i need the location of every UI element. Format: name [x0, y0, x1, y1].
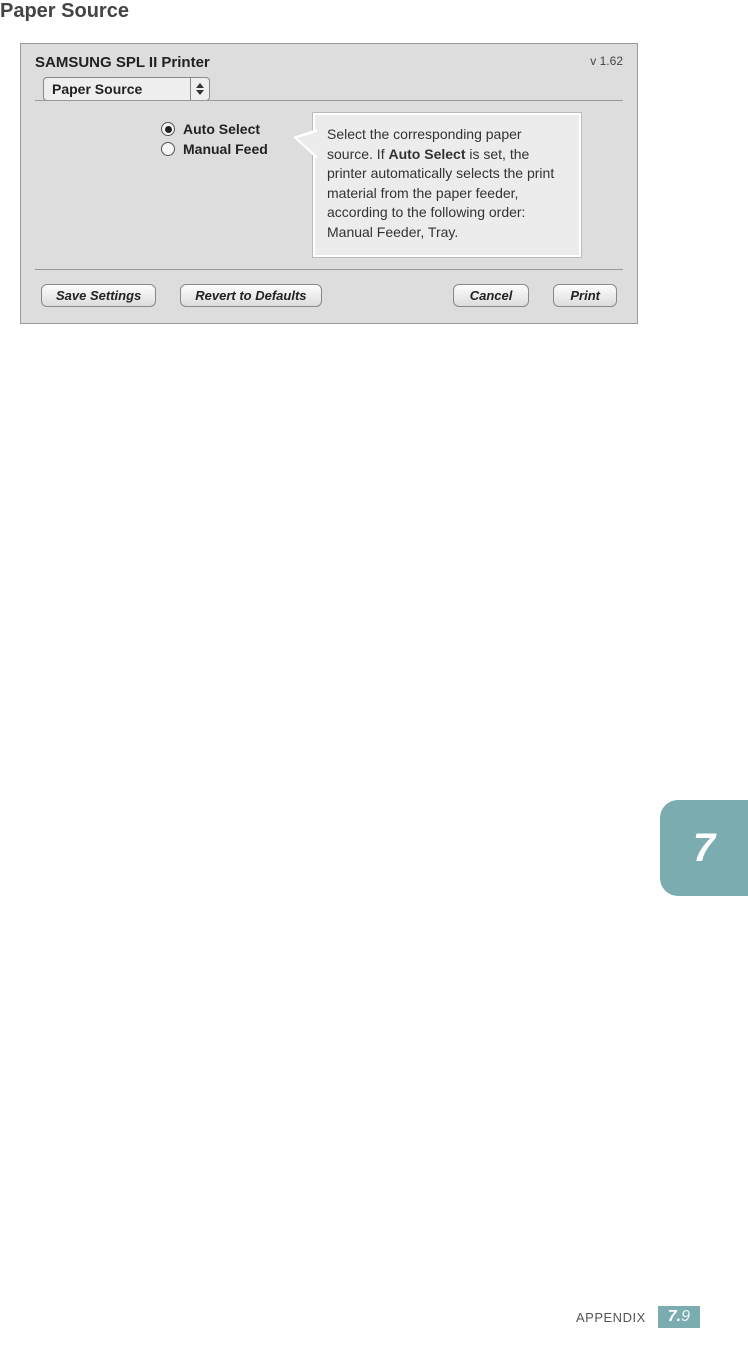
radio-icon-unselected: [161, 142, 175, 156]
save-settings-button[interactable]: Save Settings: [41, 284, 156, 307]
dialog-title: SAMSUNG SPL II Printer: [35, 54, 210, 71]
panel-body: Auto Select Manual Feed Select the corre…: [35, 100, 623, 270]
print-button[interactable]: Print: [553, 284, 617, 307]
print-dialog: SAMSUNG SPL II Printer v 1.62 Paper Sour…: [20, 43, 638, 324]
radio-label: Manual Feed: [183, 141, 268, 157]
page-heading: Paper Source: [0, 0, 748, 23]
footer-page-tab: 7.9: [658, 1306, 700, 1328]
dialog-button-row: Save Settings Revert to Defaults Cancel …: [35, 284, 623, 307]
page-footer: APPENDIX 7.9: [576, 1306, 700, 1328]
chapter-tab: 7: [660, 800, 748, 896]
dropdown-selected-label: Paper Source: [43, 77, 190, 101]
stepper-icon: [190, 77, 210, 101]
dialog-version: v 1.62: [590, 54, 623, 68]
help-callout: Select the corresponding paper source. I…: [313, 113, 581, 257]
radio-label: Auto Select: [183, 121, 260, 137]
tab-dropdown[interactable]: Paper Source: [43, 77, 210, 101]
revert-defaults-button[interactable]: Revert to Defaults: [180, 284, 321, 307]
footer-page: 9: [681, 1308, 690, 1325]
footer-chapter: 7.: [668, 1308, 681, 1325]
dialog-header: SAMSUNG SPL II Printer v 1.62: [35, 54, 623, 71]
footer-section-label: APPENDIX: [576, 1310, 646, 1325]
radio-icon-selected: [161, 122, 175, 136]
callout-pointer-icon: [297, 132, 317, 156]
cancel-button[interactable]: Cancel: [453, 284, 530, 307]
callout-text-bold: Auto Select: [388, 146, 465, 162]
